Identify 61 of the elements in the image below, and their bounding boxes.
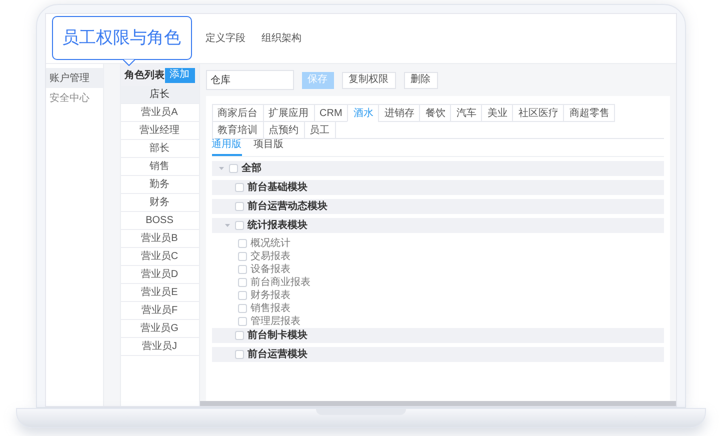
checkbox[interactable] xyxy=(234,202,244,211)
checkbox[interactable] xyxy=(238,239,246,248)
role-item[interactable]: 财务 xyxy=(120,194,198,212)
role-item[interactable]: 店长 xyxy=(120,86,198,104)
checkbox[interactable] xyxy=(238,291,246,300)
checkbox[interactable] xyxy=(238,304,246,313)
checkbox[interactable] xyxy=(238,252,246,261)
role-item[interactable]: 销售 xyxy=(120,158,198,176)
toolbar-button[interactable]: 复制权限 xyxy=(342,72,396,88)
role-item[interactable]: 营业员E xyxy=(120,284,198,302)
checkbox[interactable] xyxy=(238,317,246,326)
role-item[interactable]: 勤务 xyxy=(120,176,198,194)
header-tab[interactable]: 组织架构 xyxy=(262,31,302,46)
role-item[interactable]: 营业经理 xyxy=(120,122,198,140)
industry-tab[interactable]: 社区医疗 xyxy=(512,104,564,122)
checkbox[interactable] xyxy=(234,221,244,230)
role-item[interactable]: 部长 xyxy=(120,140,198,158)
role-item[interactable]: 营业员C xyxy=(120,248,198,266)
module-label: 前台基础模块 xyxy=(248,182,308,192)
checkbox[interactable] xyxy=(228,164,238,173)
permission-label: 财务报表 xyxy=(250,290,290,300)
caret-icon[interactable] xyxy=(218,165,224,172)
module-label: 前台运营模块 xyxy=(248,350,308,360)
panel-title: 角色列表 xyxy=(124,68,164,82)
permission-label: 概况统计 xyxy=(250,238,290,248)
role-item[interactable]: 营业员J xyxy=(120,338,198,356)
caret-icon[interactable] xyxy=(224,222,230,229)
industry-tab[interactable]: 商超零售 xyxy=(563,104,616,122)
module-label: 前台运营动态模块 xyxy=(248,202,328,212)
checkbox[interactable] xyxy=(238,265,246,274)
checkbox[interactable] xyxy=(234,183,244,192)
permission-label: 前台商业报表 xyxy=(250,278,310,288)
role-item[interactable]: 营业员F xyxy=(120,302,198,320)
industry-tab[interactable]: 进销存 xyxy=(378,104,420,122)
permission-label: 管理层报表 xyxy=(250,316,300,326)
role-item[interactable]: 营业员B xyxy=(120,230,198,248)
industry-tab[interactable]: 汽车 xyxy=(450,104,482,122)
module-label: 统计报表模块 xyxy=(248,220,308,230)
permission-label: 设备报表 xyxy=(250,264,290,274)
checkbox[interactable] xyxy=(238,278,246,287)
module-label: 前台制卡模块 xyxy=(248,330,308,340)
role-item[interactable]: 营业员D xyxy=(120,266,198,284)
sidebar-item[interactable]: 账户管理 xyxy=(46,68,102,88)
role-item[interactable]: BOSS xyxy=(120,212,198,230)
sidebar-item[interactable]: 安全中心 xyxy=(46,88,102,108)
role-item[interactable]: 营业员G xyxy=(120,320,198,338)
edition-tab[interactable]: 项目版 xyxy=(254,137,284,156)
module-label: 全部 xyxy=(242,164,262,174)
toolbar-button[interactable]: 删除 xyxy=(404,72,438,88)
callout-title: 员工权限与角色 xyxy=(62,27,181,50)
role-name-field[interactable]: 仓库 xyxy=(206,70,294,90)
permission-label: 交易报表 xyxy=(250,252,290,262)
industry-tab[interactable]: 餐饮 xyxy=(419,104,452,122)
role-item[interactable]: 营业员A xyxy=(120,104,198,122)
checkbox[interactable] xyxy=(234,350,244,359)
horizontal-scrollbar[interactable] xyxy=(200,401,676,406)
industry-tab[interactable]: 美业 xyxy=(481,104,514,122)
permission-label: 销售报表 xyxy=(250,304,290,314)
industry-tab[interactable]: 商家后台 xyxy=(212,104,264,122)
header-tab[interactable]: 定义字段 xyxy=(206,31,246,46)
checkbox[interactable] xyxy=(234,331,244,340)
